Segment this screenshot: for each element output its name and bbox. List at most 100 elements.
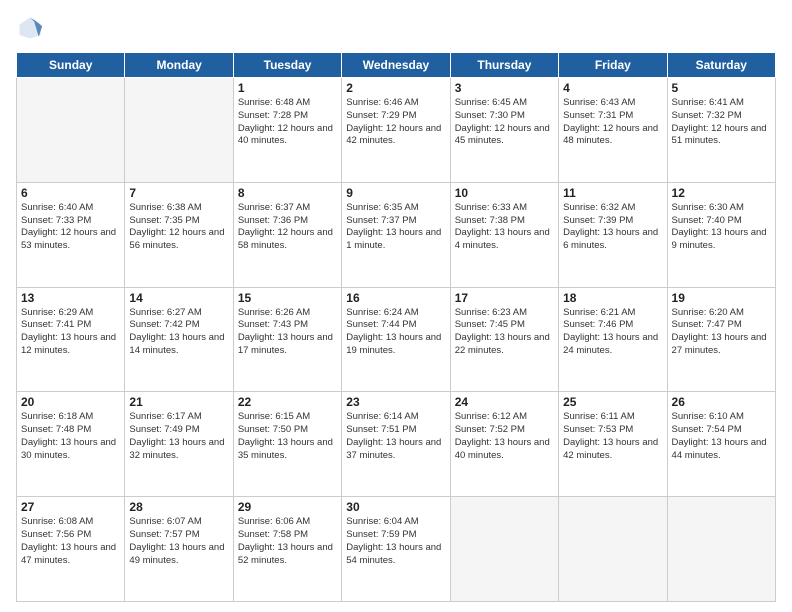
day-number: 10 bbox=[455, 186, 554, 200]
day-number: 28 bbox=[129, 500, 228, 514]
day-number: 22 bbox=[238, 395, 337, 409]
day-number: 24 bbox=[455, 395, 554, 409]
day-number: 4 bbox=[563, 81, 662, 95]
week-row-3: 20 Sunrise: 6:18 AM Sunset: 7:48 PM Dayli… bbox=[17, 392, 776, 497]
cal-cell: 25Sunrise: 6:11 AM Sunset: 7:53 PM Dayli… bbox=[559, 392, 667, 497]
cal-cell: 17 Sunrise: 6:23 AM Sunset: 7:45 PM Dayli… bbox=[450, 287, 558, 392]
cal-cell: 1 Sunrise: 6:48 AM Sunset: 7:28 PM Daylig… bbox=[233, 78, 341, 183]
weekday-header-wednesday: Wednesday bbox=[342, 53, 450, 78]
calendar-table: SundayMondayTuesdayWednesdayThursdayFrid… bbox=[16, 52, 776, 602]
day-number: 20 bbox=[21, 395, 120, 409]
day-info: Sunrise: 6:48 AM Sunset: 7:28 PM Dayligh… bbox=[238, 97, 337, 148]
weekday-header-monday: Monday bbox=[125, 53, 233, 78]
day-info: Sunrise: 6:30 AM Sunset: 7:40 PM Dayligh… bbox=[672, 202, 771, 253]
day-number: 16 bbox=[346, 291, 445, 305]
cal-cell: 10 Sunrise: 6:33 AM Sunset: 7:38 PM Dayli… bbox=[450, 182, 558, 287]
cal-cell bbox=[125, 78, 233, 183]
cal-cell: 15 Sunrise: 6:26 AM Sunset: 7:43 PM Dayli… bbox=[233, 287, 341, 392]
day-info: Sunrise: 6:21 AM Sunset: 7:46 PM Dayligh… bbox=[563, 307, 662, 358]
day-info: Sunrise: 6:33 AM Sunset: 7:38 PM Dayligh… bbox=[455, 202, 554, 253]
day-number: 11 bbox=[563, 186, 662, 200]
day-info: Sunrise: 6:10 AM Sunset: 7:54 PM Dayligh… bbox=[672, 411, 771, 462]
cal-cell: 9 Sunrise: 6:35 AM Sunset: 7:37 PM Daylig… bbox=[342, 182, 450, 287]
day-number: 9 bbox=[346, 186, 445, 200]
logo bbox=[16, 14, 48, 42]
cal-cell: 23Sunrise: 6:14 AM Sunset: 7:51 PM Dayli… bbox=[342, 392, 450, 497]
day-number: 7 bbox=[129, 186, 228, 200]
cal-cell: 3 Sunrise: 6:45 AM Sunset: 7:30 PM Daylig… bbox=[450, 78, 558, 183]
cal-cell: 26 Sunrise: 6:10 AM Sunset: 7:54 PM Dayli… bbox=[667, 392, 775, 497]
day-number: 19 bbox=[672, 291, 771, 305]
week-row-4: 27 Sunrise: 6:08 AM Sunset: 7:56 PM Dayli… bbox=[17, 497, 776, 602]
cal-cell: 16Sunrise: 6:24 AM Sunset: 7:44 PM Dayli… bbox=[342, 287, 450, 392]
day-number: 12 bbox=[672, 186, 771, 200]
weekday-header-sunday: Sunday bbox=[17, 53, 125, 78]
day-info: Sunrise: 6:04 AM Sunset: 7:59 PM Dayligh… bbox=[346, 516, 445, 567]
logo-icon bbox=[16, 14, 44, 42]
week-row-2: 13 Sunrise: 6:29 AM Sunset: 7:41 PM Dayli… bbox=[17, 287, 776, 392]
day-info: Sunrise: 6:41 AM Sunset: 7:32 PM Dayligh… bbox=[672, 97, 771, 148]
weekday-header-tuesday: Tuesday bbox=[233, 53, 341, 78]
day-info: Sunrise: 6:20 AM Sunset: 7:47 PM Dayligh… bbox=[672, 307, 771, 358]
cal-cell: 6 Sunrise: 6:40 AM Sunset: 7:33 PM Daylig… bbox=[17, 182, 125, 287]
cal-cell: 28 Sunrise: 6:07 AM Sunset: 7:57 PM Dayli… bbox=[125, 497, 233, 602]
day-number: 5 bbox=[672, 81, 771, 95]
cal-cell: 24Sunrise: 6:12 AM Sunset: 7:52 PM Dayli… bbox=[450, 392, 558, 497]
day-info: Sunrise: 6:17 AM Sunset: 7:49 PM Dayligh… bbox=[129, 411, 228, 462]
weekday-header-saturday: Saturday bbox=[667, 53, 775, 78]
day-info: Sunrise: 6:23 AM Sunset: 7:45 PM Dayligh… bbox=[455, 307, 554, 358]
week-row-0: 1 Sunrise: 6:48 AM Sunset: 7:28 PM Daylig… bbox=[17, 78, 776, 183]
cal-cell: 30 Sunrise: 6:04 AM Sunset: 7:59 PM Dayli… bbox=[342, 497, 450, 602]
day-number: 21 bbox=[129, 395, 228, 409]
day-info: Sunrise: 6:38 AM Sunset: 7:35 PM Dayligh… bbox=[129, 202, 228, 253]
cal-cell: 21 Sunrise: 6:17 AM Sunset: 7:49 PM Dayli… bbox=[125, 392, 233, 497]
day-info: Sunrise: 6:08 AM Sunset: 7:56 PM Dayligh… bbox=[21, 516, 120, 567]
day-info: Sunrise: 6:27 AM Sunset: 7:42 PM Dayligh… bbox=[129, 307, 228, 358]
cal-cell: 29 Sunrise: 6:06 AM Sunset: 7:58 PM Dayli… bbox=[233, 497, 341, 602]
day-number: 26 bbox=[672, 395, 771, 409]
day-number: 1 bbox=[238, 81, 337, 95]
day-number: 17 bbox=[455, 291, 554, 305]
day-info: Sunrise: 6:37 AM Sunset: 7:36 PM Dayligh… bbox=[238, 202, 337, 253]
weekday-header-thursday: Thursday bbox=[450, 53, 558, 78]
day-info: Sunrise: 6:07 AM Sunset: 7:57 PM Dayligh… bbox=[129, 516, 228, 567]
cal-cell: 8 Sunrise: 6:37 AM Sunset: 7:36 PM Daylig… bbox=[233, 182, 341, 287]
cal-cell: 2 Sunrise: 6:46 AM Sunset: 7:29 PM Daylig… bbox=[342, 78, 450, 183]
day-number: 25 bbox=[563, 395, 662, 409]
cal-cell: 11 Sunrise: 6:32 AM Sunset: 7:39 PM Dayli… bbox=[559, 182, 667, 287]
day-number: 13 bbox=[21, 291, 120, 305]
day-info: Sunrise: 6:35 AM Sunset: 7:37 PM Dayligh… bbox=[346, 202, 445, 253]
day-info: Sunrise: 6:15 AM Sunset: 7:50 PM Dayligh… bbox=[238, 411, 337, 462]
day-number: 30 bbox=[346, 500, 445, 514]
cal-cell bbox=[450, 497, 558, 602]
day-info: Sunrise: 6:29 AM Sunset: 7:41 PM Dayligh… bbox=[21, 307, 120, 358]
day-number: 3 bbox=[455, 81, 554, 95]
cal-cell: 19 Sunrise: 6:20 AM Sunset: 7:47 PM Dayli… bbox=[667, 287, 775, 392]
day-number: 6 bbox=[21, 186, 120, 200]
cal-cell: 20 Sunrise: 6:18 AM Sunset: 7:48 PM Dayli… bbox=[17, 392, 125, 497]
cal-cell: 7 Sunrise: 6:38 AM Sunset: 7:35 PM Daylig… bbox=[125, 182, 233, 287]
day-info: Sunrise: 6:32 AM Sunset: 7:39 PM Dayligh… bbox=[563, 202, 662, 253]
day-number: 2 bbox=[346, 81, 445, 95]
day-info: Sunrise: 6:06 AM Sunset: 7:58 PM Dayligh… bbox=[238, 516, 337, 567]
day-number: 29 bbox=[238, 500, 337, 514]
cal-cell: 22 Sunrise: 6:15 AM Sunset: 7:50 PM Dayli… bbox=[233, 392, 341, 497]
cal-cell: 5 Sunrise: 6:41 AM Sunset: 7:32 PM Daylig… bbox=[667, 78, 775, 183]
day-info: Sunrise: 6:43 AM Sunset: 7:31 PM Dayligh… bbox=[563, 97, 662, 148]
day-number: 14 bbox=[129, 291, 228, 305]
day-number: 8 bbox=[238, 186, 337, 200]
cal-cell: 14 Sunrise: 6:27 AM Sunset: 7:42 PM Dayli… bbox=[125, 287, 233, 392]
day-info: Sunrise: 6:45 AM Sunset: 7:30 PM Dayligh… bbox=[455, 97, 554, 148]
day-info: Sunrise: 6:46 AM Sunset: 7:29 PM Dayligh… bbox=[346, 97, 445, 148]
weekday-header-row: SundayMondayTuesdayWednesdayThursdayFrid… bbox=[17, 53, 776, 78]
day-info: Sunrise: 6:18 AM Sunset: 7:48 PM Dayligh… bbox=[21, 411, 120, 462]
cal-cell bbox=[667, 497, 775, 602]
day-number: 15 bbox=[238, 291, 337, 305]
day-number: 23 bbox=[346, 395, 445, 409]
cal-cell: 13 Sunrise: 6:29 AM Sunset: 7:41 PM Dayli… bbox=[17, 287, 125, 392]
day-info: Sunrise: 6:26 AM Sunset: 7:43 PM Dayligh… bbox=[238, 307, 337, 358]
day-number: 27 bbox=[21, 500, 120, 514]
weekday-header-friday: Friday bbox=[559, 53, 667, 78]
cal-cell: 12 Sunrise: 6:30 AM Sunset: 7:40 PM Dayli… bbox=[667, 182, 775, 287]
day-info: Sunrise: 6:40 AM Sunset: 7:33 PM Dayligh… bbox=[21, 202, 120, 253]
